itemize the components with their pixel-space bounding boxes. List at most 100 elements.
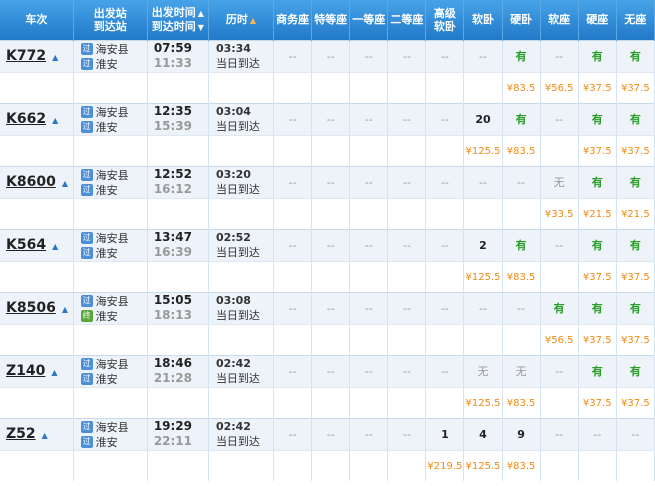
seat-availability[interactable]: --	[540, 228, 579, 261]
train-number-link[interactable]: Z52	[6, 426, 36, 442]
expand-stops-icon[interactable]: ▲	[51, 368, 57, 377]
expand-stops-icon[interactable]: ▲	[52, 242, 58, 251]
from-station[interactable]: 海安县	[96, 356, 129, 372]
to-station[interactable]: 淮安	[96, 308, 118, 324]
seat-availability[interactable]: --	[311, 354, 351, 387]
seat-availability[interactable]: --	[273, 291, 313, 324]
seat-availability[interactable]: --	[349, 354, 389, 387]
seat-availability[interactable]: --	[387, 291, 427, 324]
seat-availability[interactable]: --	[387, 39, 427, 72]
seat-availability[interactable]: --	[311, 417, 351, 450]
seat-availability[interactable]: --	[463, 291, 503, 324]
from-station[interactable]: 海安县	[96, 104, 129, 120]
seat-availability[interactable]: 有	[502, 39, 541, 72]
seat-availability[interactable]: 有	[578, 354, 617, 387]
train-number-link[interactable]: K662	[6, 111, 46, 127]
train-number-link[interactable]: Z140	[6, 363, 45, 379]
seat-availability[interactable]: 有	[616, 165, 655, 198]
seat-availability[interactable]: --	[425, 354, 465, 387]
train-number-link[interactable]: K8506	[6, 300, 56, 316]
seat-availability[interactable]: --	[273, 354, 313, 387]
seat-availability[interactable]: --	[311, 102, 351, 135]
seat-availability[interactable]: 有	[578, 228, 617, 261]
seat-availability[interactable]: 无	[540, 165, 579, 198]
seat-availability[interactable]: --	[273, 39, 313, 72]
from-station[interactable]: 海安县	[96, 230, 129, 246]
seat-availability[interactable]: --	[349, 417, 389, 450]
seat-availability[interactable]: --	[349, 291, 389, 324]
seat-availability[interactable]: --	[616, 417, 655, 450]
expand-stops-icon[interactable]: ▲	[52, 116, 58, 125]
from-station[interactable]: 海安县	[96, 167, 129, 183]
seat-availability[interactable]: --	[311, 228, 351, 261]
seat-availability[interactable]: 1	[425, 417, 465, 450]
seat-availability[interactable]: --	[273, 417, 313, 450]
seat-availability[interactable]: --	[502, 291, 541, 324]
seat-availability[interactable]: 有	[502, 102, 541, 135]
to-station[interactable]: 淮安	[96, 119, 118, 135]
seat-availability[interactable]: 9	[502, 417, 541, 450]
seat-availability[interactable]: --	[387, 228, 427, 261]
to-station[interactable]: 淮安	[96, 371, 118, 387]
seat-availability[interactable]: --	[311, 39, 351, 72]
from-station[interactable]: 海安县	[96, 419, 129, 435]
seat-availability[interactable]: 有	[616, 102, 655, 135]
seat-availability[interactable]: 有	[616, 354, 655, 387]
seat-availability[interactable]: 无	[502, 354, 541, 387]
seat-availability[interactable]: 2	[463, 228, 503, 261]
seat-availability[interactable]: 4	[463, 417, 503, 450]
seat-availability[interactable]: --	[425, 165, 465, 198]
seat-availability[interactable]: 有	[616, 228, 655, 261]
expand-stops-icon[interactable]: ▲	[62, 179, 68, 188]
seat-availability[interactable]: --	[425, 228, 465, 261]
seat-availability[interactable]: --	[387, 354, 427, 387]
col-time-sort[interactable]: 出发时间 ▲ 到达时间 ▼	[147, 0, 209, 40]
seat-availability[interactable]: --	[425, 291, 465, 324]
seat-availability[interactable]: --	[349, 39, 389, 72]
seat-availability[interactable]: --	[425, 39, 465, 72]
seat-availability[interactable]: --	[273, 228, 313, 261]
from-station[interactable]: 海安县	[96, 41, 129, 57]
seat-availability[interactable]: --	[273, 165, 313, 198]
seat-availability[interactable]: --	[387, 102, 427, 135]
expand-stops-icon[interactable]: ▲	[52, 53, 58, 62]
seat-availability[interactable]: --	[387, 417, 427, 450]
seat-availability[interactable]: --	[349, 102, 389, 135]
seat-availability[interactable]: 有	[578, 39, 617, 72]
to-station[interactable]: 淮安	[96, 245, 118, 261]
seat-availability[interactable]: --	[463, 165, 503, 198]
train-number-link[interactable]: K564	[6, 237, 46, 253]
seat-availability[interactable]: --	[540, 354, 579, 387]
seat-availability[interactable]: --	[273, 102, 313, 135]
expand-stops-icon[interactable]: ▲	[42, 431, 48, 440]
train-number-link[interactable]: K772	[6, 48, 46, 64]
seat-availability[interactable]: --	[540, 39, 579, 72]
seat-availability[interactable]: --	[349, 165, 389, 198]
seat-availability[interactable]: --	[311, 165, 351, 198]
expand-stops-icon[interactable]: ▲	[62, 305, 68, 314]
seat-availability[interactable]: 有	[578, 291, 617, 324]
seat-availability[interactable]: 有	[578, 102, 617, 135]
seat-availability[interactable]: 有	[616, 39, 655, 72]
seat-availability[interactable]: --	[311, 291, 351, 324]
col-duration-sort[interactable]: 历时 ▲	[208, 0, 275, 40]
seat-availability[interactable]: --	[349, 228, 389, 261]
seat-availability[interactable]: --	[502, 165, 541, 198]
seat-availability[interactable]: 有	[540, 291, 579, 324]
to-station[interactable]: 淮安	[96, 56, 118, 72]
seat-availability[interactable]: 有	[578, 165, 617, 198]
seat-availability[interactable]: 有	[502, 228, 541, 261]
seat-availability[interactable]: 有	[616, 291, 655, 324]
seat-availability[interactable]: --	[578, 417, 617, 450]
train-number-link[interactable]: K8600	[6, 174, 56, 190]
seat-availability[interactable]: --	[540, 102, 579, 135]
seat-availability[interactable]: --	[387, 165, 427, 198]
seat-availability[interactable]: --	[425, 102, 465, 135]
to-station[interactable]: 淮安	[96, 182, 118, 198]
to-station[interactable]: 淮安	[96, 434, 118, 450]
seat-availability[interactable]: 20	[463, 102, 503, 135]
seat-availability[interactable]: 无	[463, 354, 503, 387]
from-station[interactable]: 海安县	[96, 293, 129, 309]
seat-availability[interactable]: --	[463, 39, 503, 72]
seat-availability[interactable]: --	[540, 417, 579, 450]
